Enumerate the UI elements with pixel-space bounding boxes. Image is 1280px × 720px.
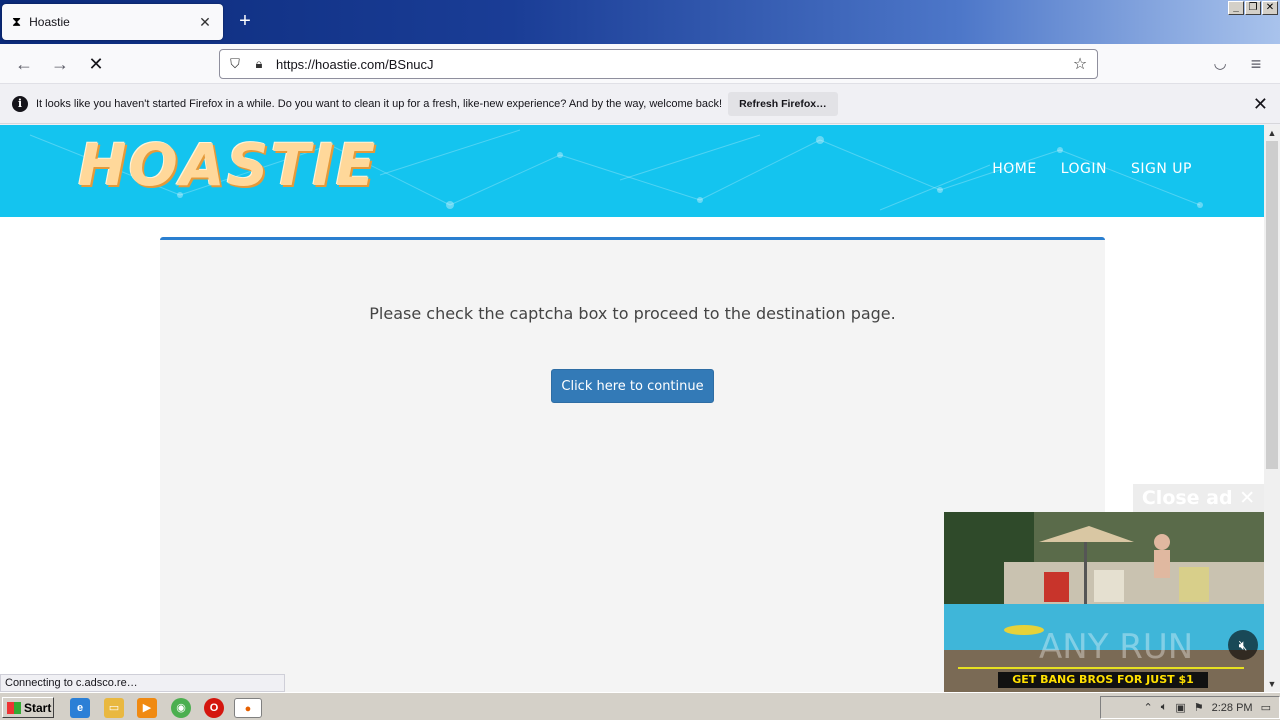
- windows-logo-icon: [7, 701, 21, 714]
- site-header: HOASTIE HOME LOGIN SIGN UP: [0, 125, 1264, 217]
- pocket-icon[interactable]: ◡: [1208, 52, 1232, 76]
- url-input[interactable]: [276, 56, 1069, 72]
- shield-icon[interactable]: ⛉: [226, 56, 244, 72]
- opera-icon[interactable]: O: [204, 698, 224, 718]
- refresh-firefox-button[interactable]: Refresh Firefox…: [728, 91, 838, 116]
- action-center-flag-icon[interactable]: ⚑: [1194, 701, 1204, 714]
- tab-hoastie[interactable]: ⧗ Hoastie ✕: [2, 4, 223, 40]
- tab-strip: ⧗ Hoastie ✕ + _ ❐ ✕: [0, 0, 1280, 44]
- media-player-icon[interactable]: ▶: [137, 698, 157, 718]
- firefox-taskbar-icon[interactable]: ●: [234, 698, 262, 718]
- back-button[interactable]: ←: [12, 52, 36, 76]
- taskbar: Start e ▭ ▶ ◉ O ● ⌃ 🔈︎ ▣ ⚑ 2:28 PM ▭: [0, 692, 1280, 720]
- site-nav: HOME LOGIN SIGN UP: [992, 161, 1192, 177]
- lock-icon[interactable]: 🔒︎: [250, 56, 268, 72]
- nav-signup-link[interactable]: SIGN UP: [1131, 161, 1192, 177]
- tray-expand-icon[interactable]: ⌃: [1144, 701, 1153, 714]
- ie-icon[interactable]: e: [70, 698, 90, 718]
- start-label: Start: [24, 700, 52, 715]
- minimize-button[interactable]: _: [1228, 1, 1244, 15]
- scroll-thumb[interactable]: [1266, 141, 1278, 469]
- tab-close-icon[interactable]: ✕: [197, 14, 213, 31]
- ad-video-frame: ANY RUN: [944, 512, 1264, 692]
- nav-bar: ← → ✕ ⛉ 🔒︎ ☆ ◡ ≡: [0, 44, 1280, 84]
- bookmark-star-icon[interactable]: ☆: [1069, 54, 1091, 74]
- forward-button[interactable]: →: [48, 52, 72, 76]
- close-ad-button[interactable]: Close ad ✕: [1133, 484, 1264, 512]
- muted-speaker-icon[interactable]: 🔇︎: [1228, 630, 1258, 660]
- notification-close-icon[interactable]: ✕: [1253, 95, 1268, 113]
- system-tray: ⌃ 🔈︎ ▣ ⚑ 2:28 PM ▭: [1100, 696, 1280, 719]
- show-desktop-icon[interactable]: ▭: [1261, 701, 1271, 714]
- url-bar[interactable]: ⛉ 🔒︎ ☆: [219, 49, 1098, 79]
- menu-icon[interactable]: ≡: [1244, 52, 1268, 76]
- volume-icon[interactable]: 🔈︎: [1161, 701, 1168, 714]
- new-tab-button[interactable]: +: [234, 11, 256, 33]
- video-ad[interactable]: ANY RUN GET BANG BROS FOR JUST $1 🔇︎: [944, 512, 1264, 692]
- window-controls: _ ❐ ✕: [1228, 1, 1278, 15]
- captcha-prompt: Please check the captcha box to proceed …: [369, 304, 896, 323]
- start-button[interactable]: Start: [2, 697, 54, 718]
- refresh-notification-bar: i It looks like you haven't started Fire…: [0, 84, 1280, 124]
- page-scrollbar[interactable]: ▲ ▼: [1264, 125, 1280, 692]
- stop-button[interactable]: ✕: [84, 52, 108, 76]
- scroll-down-arrow-icon[interactable]: ▼: [1264, 676, 1280, 692]
- folder-icon[interactable]: ▭: [104, 698, 124, 718]
- anyrun-watermark: ANY RUN: [1039, 627, 1193, 667]
- nav-login-link[interactable]: LOGIN: [1061, 161, 1107, 177]
- nav-home-link[interactable]: HOME: [992, 161, 1036, 177]
- tab-title: Hoastie: [29, 15, 70, 29]
- status-bar: Connecting to c.adsco.re…: [0, 674, 285, 692]
- window-close-button[interactable]: ✕: [1262, 1, 1278, 15]
- continue-button[interactable]: Click here to continue: [551, 369, 714, 403]
- restore-button[interactable]: ❐: [1245, 1, 1261, 15]
- clock[interactable]: 2:28 PM: [1212, 702, 1253, 714]
- hourglass-icon: ⧗: [12, 14, 22, 29]
- scroll-up-arrow-icon[interactable]: ▲: [1264, 125, 1280, 141]
- network-icon[interactable]: ▣: [1175, 701, 1185, 714]
- site-logo[interactable]: HOASTIE: [78, 131, 377, 199]
- ad-banner[interactable]: GET BANG BROS FOR JUST $1: [998, 672, 1208, 688]
- notification-message: It looks like you haven't started Firefo…: [36, 97, 723, 110]
- info-icon: i: [12, 95, 28, 112]
- chrome-icon[interactable]: ◉: [171, 698, 191, 718]
